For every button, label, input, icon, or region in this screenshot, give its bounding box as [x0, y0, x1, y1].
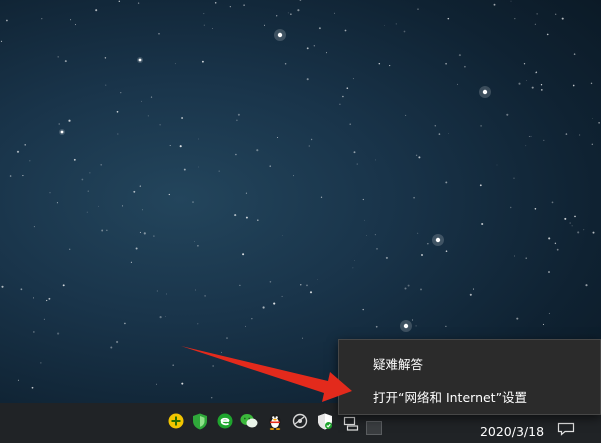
notification-icon[interactable]: [556, 420, 576, 438]
menu-item-troubleshoot[interactable]: 疑难解答: [339, 350, 600, 380]
menu-item-open-network-settings[interactable]: 打开“网络和 Internet”设置: [339, 383, 600, 413]
network-icon[interactable]: [342, 414, 360, 432]
network-tool-icon[interactable]: [291, 412, 309, 430]
browser-e-icon[interactable]: [216, 412, 234, 430]
wechat-icon[interactable]: [240, 412, 258, 430]
windows-defender-icon[interactable]: [316, 412, 334, 430]
taskbar-clock-date[interactable]: 2020/3/18: [476, 423, 548, 441]
screen: 2020/3/18 疑难解答 打开“网络和 Internet”设置: [0, 0, 601, 443]
shield-security-icon[interactable]: [191, 412, 209, 430]
add-circle-icon[interactable]: [167, 412, 185, 430]
qq-penguin-icon[interactable]: [266, 412, 284, 430]
network-context-menu: 疑难解答 打开“网络和 Internet”设置: [338, 339, 601, 415]
input-method-icon[interactable]: [365, 421, 383, 435]
